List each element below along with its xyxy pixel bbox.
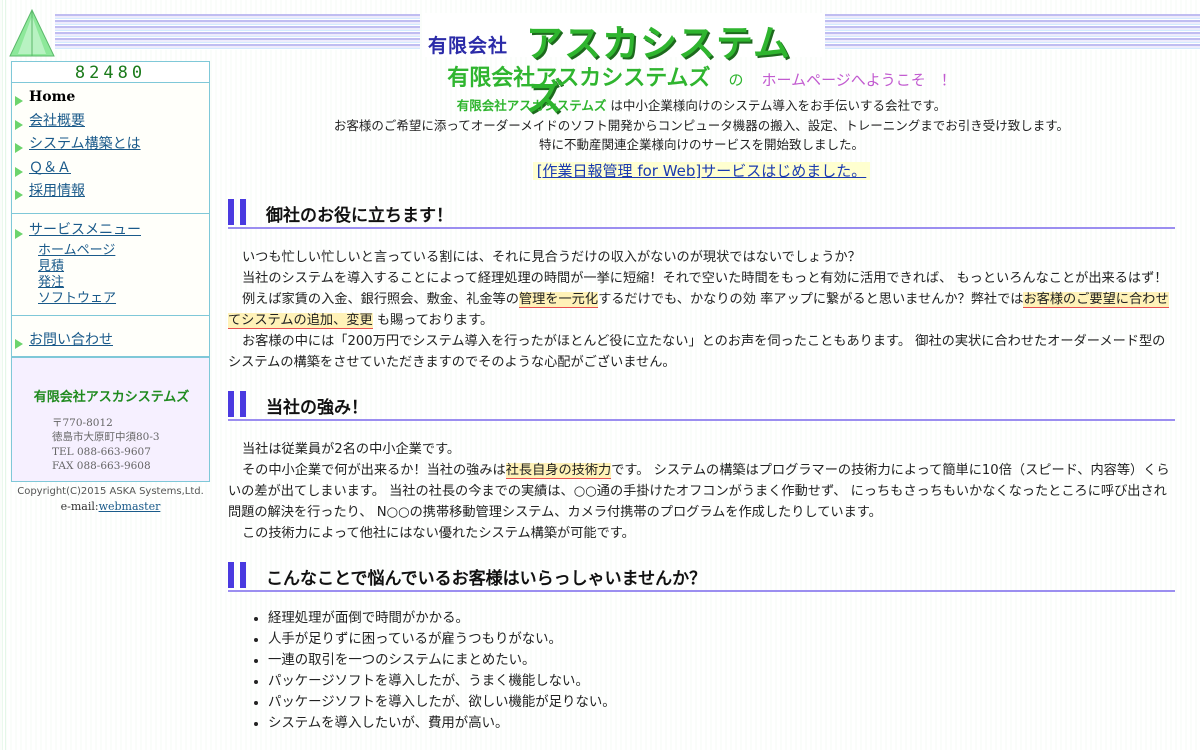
sidebar-item-services[interactable]: サービスメニュー bbox=[12, 220, 209, 244]
concerns-list: 経理処理が面倒で時間がかかる。 人手が足りずに困っているが雇うつもりがない。 一… bbox=[252, 608, 1175, 734]
subitem-link[interactable]: 発注 bbox=[38, 275, 64, 290]
sidebar-item-recruit[interactable]: 採用情報 bbox=[12, 181, 209, 205]
news-banner: [作業日報管理 for Web]サービスはじめました。 bbox=[228, 160, 1175, 181]
highlight-text: 社長自身の技術力 bbox=[505, 462, 612, 479]
intro-text: 有限会社アスカシステムズ は中小企業様向けのシステム導入をお手伝いする会社です。… bbox=[228, 96, 1175, 155]
sidebar-item-label: Home bbox=[29, 89, 76, 105]
text-run: も賜っております。 bbox=[372, 312, 494, 328]
fax-number: FAX 088-663-9608 bbox=[52, 460, 151, 472]
triangle-bullet-icon bbox=[15, 339, 23, 349]
section-1-body: いつも忙しい忙しいと言っている割には、それに見合うだけの収入がないのが現状ではな… bbox=[228, 247, 1175, 373]
sidebar-subitem-estimate[interactable]: 見積 bbox=[12, 259, 209, 275]
welcome-text: ホームページへようこそ ！ bbox=[761, 71, 956, 89]
sidebar-subitem-homepage[interactable]: ホームページ bbox=[12, 243, 209, 259]
copyright: Copyright(C)2015 ASKA Systems,Ltd. bbox=[17, 485, 204, 497]
sidebar-item-qa[interactable]: Ｑ＆Ａ bbox=[12, 158, 209, 182]
intro-company: 有限会社アスカシステムズ bbox=[456, 98, 607, 113]
sidebar-item-contact[interactable]: お問い合わせ bbox=[12, 330, 209, 354]
list-item: 経理処理が面倒で時間がかかる。 bbox=[268, 608, 1175, 629]
section-2-body: 当社は従業員が2名の中小企業です。 その中小企業で何が出来るか！当社の強みは社長… bbox=[228, 439, 1175, 544]
service-nav: サービスメニュー ホームページ 見積 発注 ソフトウェア bbox=[12, 214, 209, 316]
section-heading-1: 御社のお役に立ちます！ bbox=[228, 197, 1175, 229]
paragraph: その中小企業で何が出来るか！当社の強みは社長自身の技術力です。 システムの構築は… bbox=[228, 460, 1175, 523]
tel-number: TEL 088-663-9607 bbox=[52, 445, 151, 458]
company-address: 〒770-8012 徳島市大原町中須80-3 TEL 088-663-9607 … bbox=[52, 416, 160, 474]
heading-bar bbox=[228, 198, 234, 225]
contact-nav: お問い合わせ bbox=[12, 316, 209, 357]
list-item: 一連の取引を一つのシステムにまとめたい。 bbox=[268, 650, 1175, 671]
sidebar-item-link[interactable]: サービスメニュー bbox=[29, 222, 141, 238]
text-run: 例えば家賃の入金、銀行照会、敷金、礼金等の bbox=[242, 291, 519, 307]
sidebar-nav: Home 会社概要 システム構築とは Ｑ＆Ａ 採用情報 サービスメニュー ホーム… bbox=[11, 83, 210, 358]
paragraph: 当社は従業員が2名の中小企業です。 bbox=[242, 441, 461, 457]
section-heading-2: 当社の強み！ bbox=[228, 389, 1175, 421]
street-address: 徳島市大原町中須80-3 bbox=[52, 431, 160, 443]
company-info: 有限会社アスカシステムズ 〒770-8012 徳島市大原町中須80-3 TEL … bbox=[11, 357, 210, 482]
heading-bar bbox=[240, 198, 246, 225]
heading-bar bbox=[228, 390, 234, 417]
text-run: その中小企業で何が出来るか！当社の強みは bbox=[242, 462, 506, 478]
postal-code: 〒770-8012 bbox=[52, 416, 113, 429]
subitem-link[interactable]: ホームページ bbox=[38, 243, 115, 258]
sidebar: 82480 Home 会社概要 システム構築とは Ｑ＆Ａ 採用情報 サービスメニ… bbox=[11, 61, 210, 513]
triangle-bullet-icon bbox=[15, 143, 23, 153]
sidebar-item-link[interactable]: システム構築とは bbox=[29, 136, 141, 152]
email-prefix: e-mail: bbox=[60, 499, 99, 513]
header-band-right bbox=[825, 14, 1200, 50]
sidebar-item-system[interactable]: システム構築とは bbox=[12, 134, 209, 158]
heading-bar bbox=[228, 561, 234, 588]
logo-triangle-icon bbox=[9, 8, 55, 57]
company-name: 有限会社アスカシステムズ bbox=[33, 389, 190, 405]
triangle-bullet-icon bbox=[15, 119, 23, 130]
main-content: 有限会社アスカシステムズのホームページへようこそ ！ 有限会社アスカシステムズ … bbox=[228, 62, 1175, 734]
triangle-bullet-icon bbox=[15, 228, 23, 239]
section-heading-3: こんなことで悩んでいるお客様はいらっしゃいませんか？ bbox=[228, 560, 1175, 592]
welcome-company: 有限会社アスカシステムズ bbox=[447, 66, 711, 91]
sidebar-item-link[interactable]: 採用情報 bbox=[29, 183, 85, 199]
main-nav: Home 会社概要 システム構築とは Ｑ＆Ａ 採用情報 bbox=[12, 83, 209, 214]
visitor-counter: 82480 bbox=[11, 61, 210, 83]
paragraph: いつも忙しい忙しいと言っている割には、それに見合うだけの収入がないのが現状ではな… bbox=[242, 249, 861, 265]
list-item: 人手が足りずに困っているが雇うつもりがない。 bbox=[268, 629, 1175, 650]
paragraph: お客様の中には「200万円でシステム導入を行ったがほとんど役に立たない」とのお声… bbox=[228, 333, 1166, 370]
welcome-heading: 有限会社アスカシステムズのホームページへようこそ ！ bbox=[228, 62, 1175, 96]
text-run: するだけでも、かなりの効 率アップに繋がると思いませんか？弊社では bbox=[598, 291, 1024, 307]
list-item: パッケージソフトを導入したが、うまく機能しない。 bbox=[268, 671, 1175, 692]
triangle-bullet-icon bbox=[15, 96, 23, 106]
list-item: パッケージソフトを導入したが、欲しい機能が足りない。 bbox=[268, 692, 1175, 713]
section-title: 当社の強み！ bbox=[266, 397, 368, 418]
subitem-link[interactable]: ソフトウェア bbox=[38, 291, 116, 306]
email-line: e-mail:webmaster bbox=[11, 500, 210, 513]
email-link[interactable]: webmaster bbox=[99, 500, 161, 513]
sidebar-subitem-software[interactable]: ソフトウェア bbox=[12, 291, 209, 307]
intro-line-2: お客様のご希望に添ってオーダーメイドのソフト開発からコンピュータ機器の搬入、設定… bbox=[333, 117, 1070, 133]
triangle-bullet-icon bbox=[15, 190, 23, 200]
intro-line-1: 有限会社アスカシステムズ は中小企業様向けのシステム導入をお手伝いする会社です。 bbox=[228, 96, 1175, 116]
sidebar-item-link[interactable]: 会社概要 bbox=[29, 113, 85, 129]
header-band-left bbox=[55, 14, 420, 50]
site-logo[interactable]: 有限会社 アスカシステムズ bbox=[424, 13, 822, 119]
sidebar-item-home[interactable]: Home bbox=[12, 87, 209, 111]
paragraph: この技術力によって他社にはない優れたシステム構築が可能です。 bbox=[242, 525, 635, 541]
sidebar-item-link[interactable]: お問い合わせ bbox=[29, 332, 113, 348]
site-header: 有限会社 アスカシステムズ bbox=[0, 0, 1200, 119]
news-link[interactable]: [作業日報管理 for Web]サービスはじめました。 bbox=[532, 161, 871, 180]
paragraph: 例えば家賃の入金、銀行照会、敷金、礼金等の管理を一元化するだけでも、かなりの効 … bbox=[228, 289, 1175, 331]
triangle-bullet-icon bbox=[15, 166, 23, 177]
section-title: こんなことで悩んでいるお客様はいらっしゃいませんか？ bbox=[266, 568, 707, 589]
sidebar-item-company[interactable]: 会社概要 bbox=[12, 111, 209, 135]
sidebar-item-link[interactable]: Ｑ＆Ａ bbox=[29, 160, 71, 176]
section-title: 御社のお役に立ちます！ bbox=[266, 205, 453, 226]
intro-line-1-rest: は中小企業様向けのシステム導入をお手伝いする会社です。 bbox=[606, 98, 947, 113]
intro-line-3: 特に不動産関連企業様向けのサービスを開始致しました。 bbox=[538, 137, 864, 152]
subitem-link[interactable]: 見積 bbox=[38, 259, 64, 274]
welcome-no: の bbox=[728, 71, 744, 89]
sidebar-subitem-order[interactable]: 発注 bbox=[12, 275, 209, 291]
highlight-text: 管理を一元化 bbox=[518, 291, 599, 308]
heading-bar bbox=[240, 390, 246, 417]
logo-small-text: 有限会社 bbox=[428, 35, 509, 57]
paragraph: 当社のシステムを導入することによって経理処理の時間が一挙に短縮！それで空いた時間… bbox=[242, 270, 1168, 286]
list-item: システムを導入したいが、費用が高い。 bbox=[268, 713, 1175, 734]
heading-bar bbox=[240, 561, 246, 588]
